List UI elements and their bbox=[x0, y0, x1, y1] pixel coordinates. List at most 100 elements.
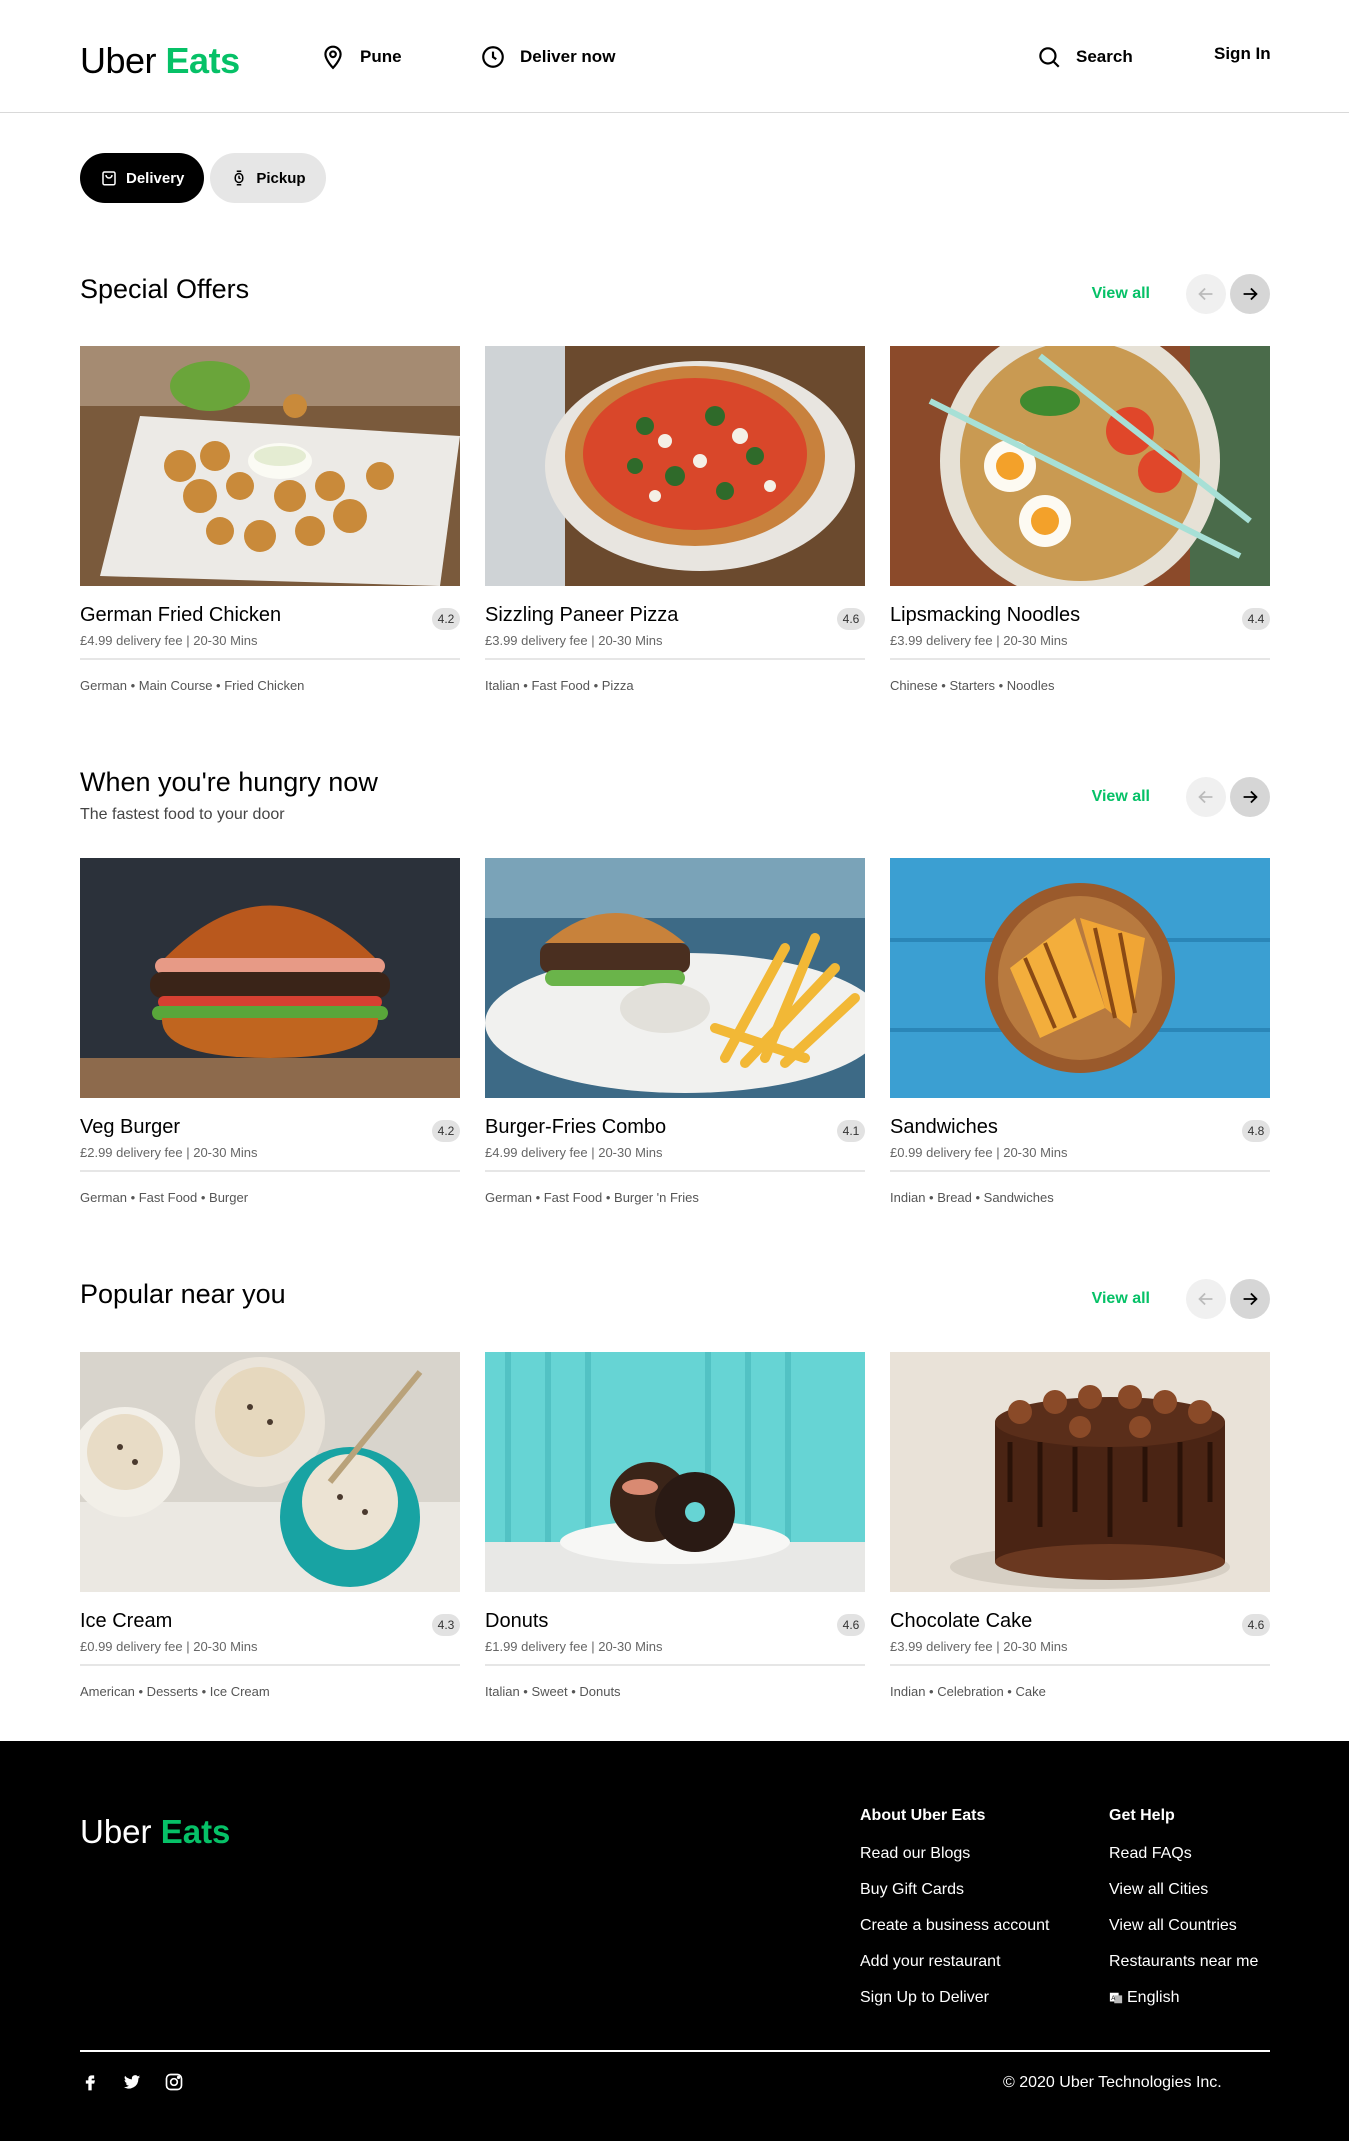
cuisine-tags: Italian • Sweet • Donuts bbox=[485, 1684, 621, 1699]
food-image-noodles bbox=[890, 346, 1270, 586]
restaurant-card[interactable]: Veg Burger 4.2 £2.99 delivery fee | 20-3… bbox=[80, 858, 460, 1205]
restaurant-name: Ice Cream bbox=[80, 1610, 173, 1632]
cuisine-tags: American • Desserts • Ice Cream bbox=[80, 1684, 270, 1699]
footer-link-add-restaurant[interactable]: Add your restaurant bbox=[860, 1953, 1049, 1971]
view-all-link[interactable]: View all bbox=[1092, 285, 1150, 303]
footer-link-deliver[interactable]: Sign Up to Deliver bbox=[860, 1989, 1049, 2007]
card-divider bbox=[80, 1664, 460, 1666]
cuisine-tags: German • Fast Food • Burger 'n Fries bbox=[485, 1190, 699, 1205]
restaurant-card[interactable]: German Fried Chicken 4.2 £4.99 delivery … bbox=[80, 346, 460, 693]
food-image-pizza bbox=[485, 346, 865, 586]
facebook-icon[interactable] bbox=[80, 2072, 100, 2092]
delivery-fee: £2.99 delivery fee | 20-30 Mins bbox=[80, 1145, 258, 1160]
footer-link-countries[interactable]: View all Countries bbox=[1109, 1917, 1258, 1935]
rating-badge: 4.6 bbox=[837, 1614, 865, 1636]
language-label: English bbox=[1127, 1989, 1180, 2006]
restaurant-card[interactable]: Burger-Fries Combo 4.1 £4.99 delivery fe… bbox=[485, 858, 865, 1205]
restaurant-card[interactable]: Donuts 4.6 £1.99 delivery fee | 20-30 Mi… bbox=[485, 1352, 865, 1699]
delivery-fee: £0.99 delivery fee | 20-30 Mins bbox=[80, 1639, 258, 1654]
site-footer: Uber Eats About Uber Eats Read our Blogs… bbox=[0, 1741, 1349, 2141]
carousel-controls: View all bbox=[1092, 274, 1270, 314]
translate-icon: A bbox=[1109, 1992, 1123, 2004]
arrow-left-icon bbox=[1198, 287, 1213, 301]
arrow-right-icon bbox=[1243, 287, 1258, 301]
card-divider bbox=[80, 1170, 460, 1172]
instagram-icon[interactable] bbox=[164, 2072, 184, 2092]
footer-logo-eats: Eats bbox=[160, 1813, 231, 1850]
language-selector[interactable]: A English bbox=[1109, 1989, 1258, 2007]
delivery-fee: £0.99 delivery fee | 20-30 Mins bbox=[890, 1145, 1068, 1160]
carousel-prev-button[interactable] bbox=[1186, 274, 1226, 314]
cuisine-tags: Chinese • Starters • Noodles bbox=[890, 678, 1055, 693]
view-all-link[interactable]: View all bbox=[1092, 788, 1150, 806]
location-pin-icon bbox=[324, 45, 342, 70]
food-image-donuts bbox=[485, 1352, 865, 1592]
carousel-next-button[interactable] bbox=[1230, 1279, 1270, 1319]
view-all-link[interactable]: View all bbox=[1092, 1290, 1150, 1308]
carousel-controls: View all bbox=[1092, 1279, 1270, 1319]
restaurant-card[interactable]: Lipsmacking Noodles 4.4 £3.99 delivery f… bbox=[890, 346, 1270, 693]
card-divider bbox=[80, 658, 460, 660]
cuisine-tags: Indian • Celebration • Cake bbox=[890, 1684, 1046, 1699]
search-button[interactable]: Search bbox=[1036, 44, 1133, 70]
social-links bbox=[80, 2072, 184, 2092]
deliver-time-label: Deliver now bbox=[520, 47, 616, 66]
restaurant-name: Sandwiches bbox=[890, 1116, 998, 1138]
delivery-mode-toggle: Delivery Pickup bbox=[80, 153, 326, 203]
location-selector[interactable]: Pune bbox=[320, 44, 402, 70]
carousel-next-button[interactable] bbox=[1230, 274, 1270, 314]
cuisine-tags: German • Fast Food • Burger bbox=[80, 1190, 249, 1205]
arrow-left-icon bbox=[1198, 1292, 1213, 1306]
section-special-offers: Special Offers View all German Fried Chi… bbox=[80, 274, 1270, 714]
delivery-mode-button[interactable]: Delivery bbox=[80, 153, 205, 203]
footer-divider bbox=[80, 2050, 1270, 2052]
deliver-time-selector[interactable]: Deliver now bbox=[480, 44, 615, 70]
delivery-fee: £4.99 delivery fee | 20-30 Mins bbox=[80, 633, 258, 648]
card-divider bbox=[485, 1170, 865, 1172]
carousel-next-button[interactable] bbox=[1230, 777, 1270, 817]
delivery-fee: £3.99 delivery fee | 20-30 Mins bbox=[890, 1639, 1068, 1654]
footer-heading: About Uber Eats bbox=[860, 1807, 986, 1824]
card-divider bbox=[485, 1664, 865, 1666]
rating-badge: 4.1 bbox=[837, 1120, 865, 1142]
sign-in-link[interactable]: Sign In bbox=[1214, 44, 1271, 64]
rating-badge: 4.6 bbox=[1242, 1614, 1270, 1636]
pickup-mode-button[interactable]: Pickup bbox=[210, 153, 326, 203]
footer-link-faqs[interactable]: Read FAQs bbox=[1109, 1845, 1258, 1863]
restaurant-card[interactable]: Ice Cream 4.3 £0.99 delivery fee | 20-30… bbox=[80, 1352, 460, 1699]
cuisine-tags: German • Main Course • Fried Chicken bbox=[80, 678, 305, 693]
card-divider bbox=[890, 1664, 1270, 1666]
carousel-controls: View all bbox=[1092, 777, 1270, 817]
footer-link-gift-cards[interactable]: Buy Gift Cards bbox=[860, 1881, 1049, 1899]
food-image-chocolate-cake bbox=[890, 1352, 1270, 1592]
carousel-prev-button[interactable] bbox=[1186, 777, 1226, 817]
uber-eats-logo[interactable]: Uber Eats bbox=[80, 40, 240, 82]
restaurant-name: Chocolate Cake bbox=[890, 1610, 1033, 1632]
search-label: Search bbox=[1076, 47, 1133, 66]
logo-eats: Eats bbox=[165, 40, 241, 81]
footer-link-restaurants-near-me[interactable]: Restaurants near me bbox=[1109, 1953, 1258, 1971]
rating-badge: 4.4 bbox=[1242, 608, 1270, 630]
restaurant-name: Sizzling Paneer Pizza bbox=[485, 604, 679, 626]
footer-heading: Get Help bbox=[1109, 1807, 1175, 1824]
arrow-right-icon bbox=[1243, 790, 1258, 804]
restaurant-name: German Fried Chicken bbox=[80, 604, 282, 626]
footer-logo[interactable]: Uber Eats bbox=[80, 1813, 230, 1851]
delivery-fee: £4.99 delivery fee | 20-30 Mins bbox=[485, 1145, 663, 1160]
cuisine-tags: Italian • Fast Food • Pizza bbox=[485, 678, 634, 693]
footer-logo-uber: Uber bbox=[80, 1813, 152, 1850]
delivery-fee: £1.99 delivery fee | 20-30 Mins bbox=[485, 1639, 663, 1654]
restaurant-card[interactable]: Sizzling Paneer Pizza 4.6 £3.99 delivery… bbox=[485, 346, 865, 693]
footer-link-business-account[interactable]: Create a business account bbox=[860, 1917, 1049, 1935]
clock-icon bbox=[482, 46, 504, 68]
footer-link-blogs[interactable]: Read our Blogs bbox=[860, 1845, 1049, 1863]
rating-badge: 4.6 bbox=[837, 608, 865, 630]
footer-link-cities[interactable]: View all Cities bbox=[1109, 1881, 1258, 1899]
carousel-prev-button[interactable] bbox=[1186, 1279, 1226, 1319]
twitter-icon[interactable] bbox=[122, 2072, 142, 2092]
arrow-right-icon bbox=[1243, 1292, 1258, 1306]
footer-help-column: Get Help Read FAQs View all Cities View … bbox=[1109, 1807, 1258, 2025]
restaurant-card[interactable]: Chocolate Cake 4.6 £3.99 delivery fee | … bbox=[890, 1352, 1270, 1699]
restaurant-card[interactable]: Sandwiches 4.8 £0.99 delivery fee | 20-3… bbox=[890, 858, 1270, 1205]
food-image-burger bbox=[80, 858, 460, 1098]
